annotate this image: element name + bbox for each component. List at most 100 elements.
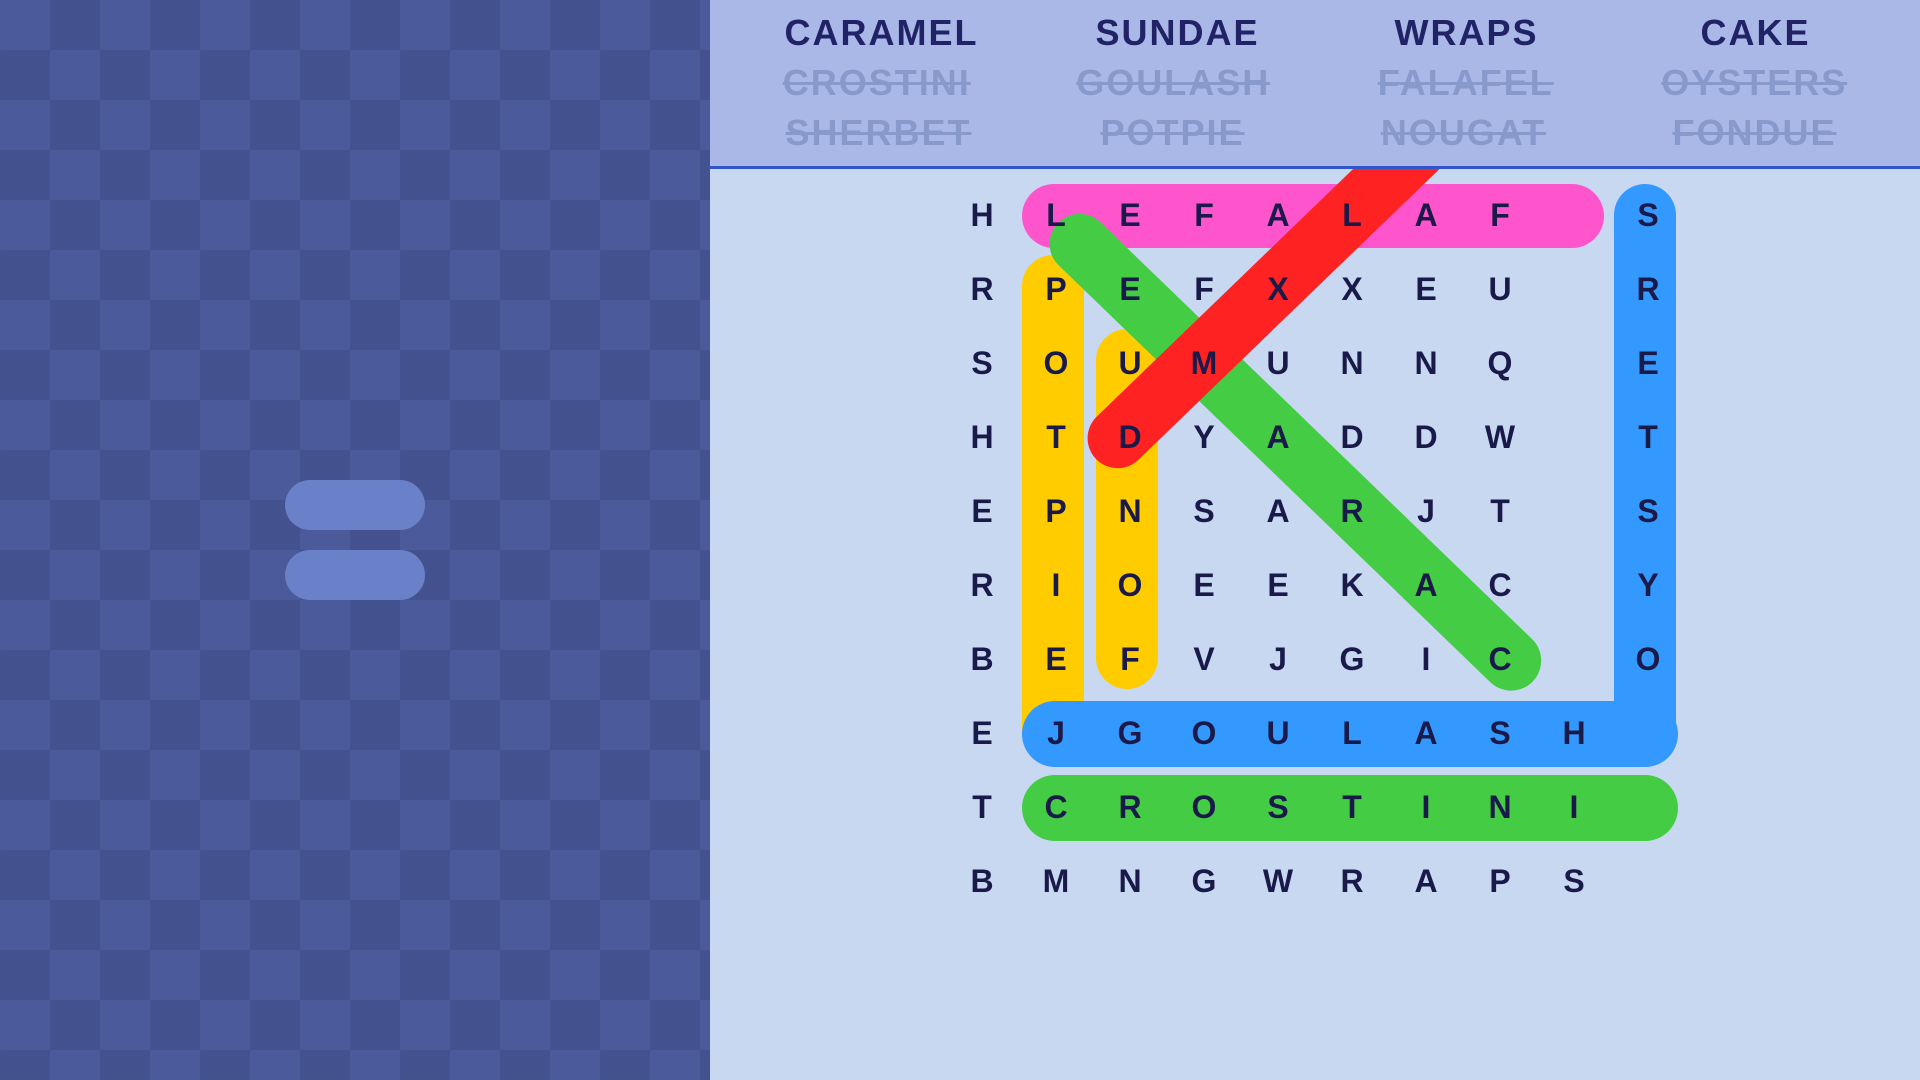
word-wraps[interactable]: WRAPS [1376, 12, 1556, 54]
cell-0-8[interactable] [1538, 179, 1610, 251]
cell-9-9[interactable] [1612, 845, 1684, 917]
cell-1-7[interactable]: U [1464, 253, 1536, 325]
cell-7-7[interactable]: S [1464, 697, 1536, 769]
cell-4-2[interactable]: N [1094, 475, 1166, 547]
cell-2-8[interactable] [1538, 327, 1610, 399]
cell-8-7[interactable]: N [1464, 771, 1536, 843]
cell-3-2[interactable]: D [1094, 401, 1166, 473]
cell-4-0[interactable]: E [946, 475, 1018, 547]
cell-0-2[interactable]: E [1094, 179, 1166, 251]
cell-4-9[interactable]: S [1612, 475, 1684, 547]
cell-0-6[interactable]: A [1390, 179, 1462, 251]
cell-8-5[interactable]: T [1316, 771, 1388, 843]
cell-7-1[interactable]: J [1020, 697, 1092, 769]
cell-8-9[interactable] [1612, 771, 1684, 843]
cell-2-2[interactable]: U [1094, 327, 1166, 399]
cell-7-8[interactable]: H [1538, 697, 1610, 769]
cell-8-2[interactable]: R [1094, 771, 1166, 843]
cell-7-9[interactable] [1612, 697, 1684, 769]
cell-2-7[interactable]: Q [1464, 327, 1536, 399]
cell-0-9[interactable]: S [1612, 179, 1684, 251]
cell-9-1[interactable]: M [1020, 845, 1092, 917]
cell-7-0[interactable]: E [946, 697, 1018, 769]
cell-3-3[interactable]: Y [1168, 401, 1240, 473]
cell-8-0[interactable]: T [946, 771, 1018, 843]
word-falafel[interactable]: FALAFEL [1376, 62, 1556, 104]
word-sundae[interactable]: SUNDAE [1087, 12, 1267, 54]
word-sherbet[interactable]: SHERBET [785, 112, 971, 154]
cell-3-9[interactable]: T [1612, 401, 1684, 473]
cell-8-1[interactable]: C [1020, 771, 1092, 843]
cell-2-3[interactable]: M [1168, 327, 1240, 399]
cell-3-6[interactable]: D [1390, 401, 1462, 473]
cell-5-1[interactable]: I [1020, 549, 1092, 621]
cell-9-0[interactable]: B [946, 845, 1018, 917]
word-fondue[interactable]: FONDUE [1664, 112, 1844, 154]
cell-3-5[interactable]: D [1316, 401, 1388, 473]
cell-3-7[interactable]: W [1464, 401, 1536, 473]
cell-6-0[interactable]: B [946, 623, 1018, 695]
cell-6-7[interactable]: C [1464, 623, 1536, 695]
cell-6-6[interactable]: I [1390, 623, 1462, 695]
cell-1-1[interactable]: P [1020, 253, 1092, 325]
cell-2-4[interactable]: U [1242, 327, 1314, 399]
cell-0-4[interactable]: A [1242, 179, 1314, 251]
cell-4-6[interactable]: J [1390, 475, 1462, 547]
cell-8-8[interactable]: I [1538, 771, 1610, 843]
cell-5-8[interactable] [1538, 549, 1610, 621]
cell-3-0[interactable]: H [946, 401, 1018, 473]
cell-0-1[interactable]: L [1020, 179, 1092, 251]
cell-2-5[interactable]: N [1316, 327, 1388, 399]
cell-4-7[interactable]: T [1464, 475, 1536, 547]
cell-9-4[interactable]: W [1242, 845, 1314, 917]
cell-5-3[interactable]: E [1168, 549, 1240, 621]
cell-3-4[interactable]: A [1242, 401, 1314, 473]
cell-5-6[interactable]: A [1390, 549, 1462, 621]
cell-6-2[interactable]: F [1094, 623, 1166, 695]
cell-0-3[interactable]: F [1168, 179, 1240, 251]
cell-9-8[interactable]: S [1538, 845, 1610, 917]
cell-9-2[interactable]: N [1094, 845, 1166, 917]
cell-9-3[interactable]: G [1168, 845, 1240, 917]
cell-1-3[interactable]: F [1168, 253, 1240, 325]
word-nougat[interactable]: NOUGAT [1373, 112, 1553, 154]
cell-0-5[interactable]: L [1316, 179, 1388, 251]
cell-1-6[interactable]: E [1390, 253, 1462, 325]
cell-7-5[interactable]: L [1316, 697, 1388, 769]
cell-5-9[interactable]: Y [1612, 549, 1684, 621]
cell-1-2[interactable]: E [1094, 253, 1166, 325]
word-cake[interactable]: CAKE [1665, 12, 1845, 54]
cell-2-0[interactable]: S [946, 327, 1018, 399]
cell-5-5[interactable]: K [1316, 549, 1388, 621]
word-caramel[interactable]: CARAMEL [785, 12, 979, 54]
cell-7-4[interactable]: U [1242, 697, 1314, 769]
cell-4-3[interactable]: S [1168, 475, 1240, 547]
cell-7-3[interactable]: O [1168, 697, 1240, 769]
cell-7-2[interactable]: G [1094, 697, 1166, 769]
word-crostini[interactable]: CROSTINI [783, 62, 971, 104]
cell-0-7[interactable]: F [1464, 179, 1536, 251]
cell-6-8[interactable] [1538, 623, 1610, 695]
cell-3-1[interactable]: T [1020, 401, 1092, 473]
word-oysters[interactable]: OYSTERS [1661, 62, 1847, 104]
cell-6-1[interactable]: E [1020, 623, 1092, 695]
cell-9-6[interactable]: A [1390, 845, 1462, 917]
cell-4-8[interactable] [1538, 475, 1610, 547]
cell-3-8[interactable] [1538, 401, 1610, 473]
cell-4-5[interactable]: R [1316, 475, 1388, 547]
cell-1-0[interactable]: R [946, 253, 1018, 325]
cell-2-6[interactable]: N [1390, 327, 1462, 399]
cell-0-0[interactable]: H [946, 179, 1018, 251]
word-potpie[interactable]: POTPIE [1083, 112, 1263, 154]
cell-5-2[interactable]: O [1094, 549, 1166, 621]
cell-5-0[interactable]: R [946, 549, 1018, 621]
cell-8-6[interactable]: I [1390, 771, 1462, 843]
cell-1-9[interactable]: R [1612, 253, 1684, 325]
cell-8-4[interactable]: S [1242, 771, 1314, 843]
cell-5-4[interactable]: E [1242, 549, 1314, 621]
cell-4-4[interactable]: A [1242, 475, 1314, 547]
cell-1-8[interactable] [1538, 253, 1610, 325]
cell-1-5[interactable]: X [1316, 253, 1388, 325]
cell-6-3[interactable]: V [1168, 623, 1240, 695]
cell-9-5[interactable]: R [1316, 845, 1388, 917]
